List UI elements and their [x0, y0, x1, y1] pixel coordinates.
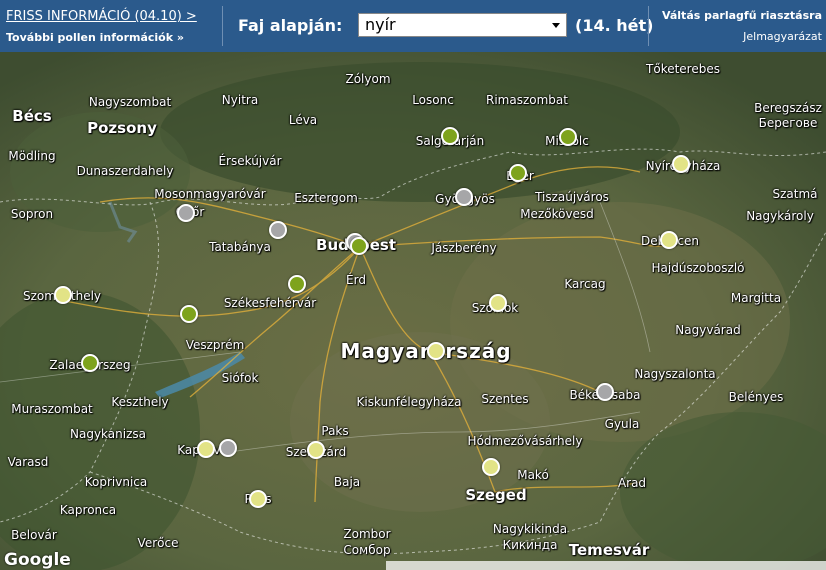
pollen-station-marker[interactable] [288, 275, 306, 293]
pollen-station-marker[interactable] [482, 458, 500, 476]
place-label: Baja [333, 475, 361, 489]
attribution-bar [386, 561, 826, 570]
place-label: Pozsony [87, 119, 157, 137]
place-label: Zólyom [345, 72, 391, 86]
pollen-station-marker[interactable] [180, 305, 198, 323]
pollen-station-marker[interactable] [197, 440, 215, 458]
pollen-station-marker[interactable] [509, 164, 527, 182]
place-label: Hódmezővásárhely [467, 434, 583, 448]
pollen-station-marker[interactable] [249, 490, 267, 508]
place-label: Nagyvárad [675, 323, 741, 337]
place-label: Léva [288, 113, 318, 127]
place-label: Kiskunfélegyháza [356, 395, 462, 409]
chevron-down-icon [552, 23, 560, 28]
species-label: Faj alapján: [238, 16, 343, 35]
week-label: (14. hét) [575, 16, 654, 35]
place-label: Magyarország [340, 339, 512, 363]
place-label: Sopron [10, 207, 54, 221]
place-label: Belovár [11, 528, 57, 542]
more-pollen-info-link[interactable]: További pollen információk » [6, 31, 184, 44]
place-label: Nagyszalonta [634, 367, 716, 381]
place-label: Nagykanizsa [70, 427, 146, 441]
place-label: Mödling [8, 149, 56, 163]
pollen-station-marker[interactable] [427, 342, 445, 360]
place-label: Beregszász [754, 101, 822, 115]
place-label: Берегове [758, 116, 818, 130]
place-label: Szeged [465, 486, 527, 504]
pollen-station-marker[interactable] [660, 231, 678, 249]
place-label: Siófok [221, 371, 259, 385]
place-label: Karcag [564, 277, 606, 291]
place-label: Nyitra [221, 93, 259, 107]
pollen-station-marker[interactable] [219, 439, 237, 457]
place-label: Hajdúszoboszló [651, 261, 745, 275]
pollen-station-marker[interactable] [672, 155, 690, 173]
switch-to-ragweed-link[interactable]: Váltás parlagfű riasztásra [662, 9, 822, 22]
species-select[interactable]: nyír [358, 13, 567, 37]
place-label: Nagyszombat [88, 95, 172, 109]
place-label: Tiszaújváros [535, 190, 609, 204]
place-label: Temesvár [568, 541, 650, 559]
place-label: Zombor [343, 527, 391, 541]
place-label: Dunaszerdahely [76, 164, 174, 178]
place-label: Kapronca [59, 503, 117, 517]
pollen-station-marker[interactable] [441, 127, 459, 145]
pollen-station-marker[interactable] [489, 294, 507, 312]
fresh-info-link[interactable]: FRISS INFORMÁCIÓ (04.10) > [6, 9, 197, 24]
place-label: Tőketerebes [646, 62, 720, 76]
divider [222, 6, 223, 46]
map-area[interactable]: Zólyom Tőketerebes Losonc Rimaszombat Beregs… [0, 52, 826, 570]
place-label: Érd [346, 273, 366, 287]
place-label: Érsekújvár [218, 154, 282, 168]
place-label: Makó [517, 468, 549, 482]
place-label: Muraszombat [11, 402, 93, 416]
place-label: Esztergom [294, 191, 358, 205]
pollen-station-marker[interactable] [559, 128, 577, 146]
place-label: Rimaszombat [486, 93, 568, 107]
place-label: Nagykároly [746, 209, 814, 223]
place-label: Tatabánya [209, 240, 271, 254]
place-label: Szentes [481, 392, 529, 406]
place-label: Koprivnica [84, 475, 148, 489]
place-label: Verőce [137, 536, 179, 550]
place-label: Belényes [728, 390, 784, 404]
pollen-station-marker[interactable] [307, 441, 325, 459]
place-label: Сомбор [343, 543, 391, 557]
top-bar: FRISS INFORMÁCIÓ (04.10) > További polle… [0, 0, 826, 52]
species-select-value: nyír [365, 15, 396, 34]
pollen-station-marker[interactable] [81, 354, 99, 372]
place-label: Кикинда [502, 538, 558, 552]
place-label: Székesfehérvár [223, 296, 317, 310]
legend-link[interactable]: Jelmagyarázat [743, 30, 822, 43]
pollen-station-marker[interactable] [596, 383, 614, 401]
place-label: Varasd [7, 455, 49, 469]
google-logo: Google [4, 550, 71, 570]
pollen-station-marker[interactable] [177, 204, 195, 222]
pollen-station-marker[interactable] [350, 237, 368, 255]
place-label: Losonc [412, 93, 454, 107]
place-label: Szatmá [772, 187, 818, 201]
divider [648, 6, 649, 46]
place-label: Bécs [12, 107, 52, 125]
place-label: Mezőkövesd [520, 207, 594, 221]
place-label: Keszthely [111, 395, 169, 409]
pollen-station-marker[interactable] [455, 188, 473, 206]
pollen-station-marker[interactable] [54, 286, 72, 304]
place-label: Paks [321, 424, 349, 438]
place-label: Veszprém [185, 338, 245, 352]
place-label: Nagykikinda [492, 522, 568, 536]
place-label: Jászberény [431, 241, 497, 255]
pollen-station-marker[interactable] [269, 221, 287, 239]
place-label: Mosonmagyaróvár [154, 187, 266, 201]
place-label: Gyula [604, 417, 640, 431]
place-label: Arad [617, 476, 647, 490]
place-label: Margitta [730, 291, 782, 305]
